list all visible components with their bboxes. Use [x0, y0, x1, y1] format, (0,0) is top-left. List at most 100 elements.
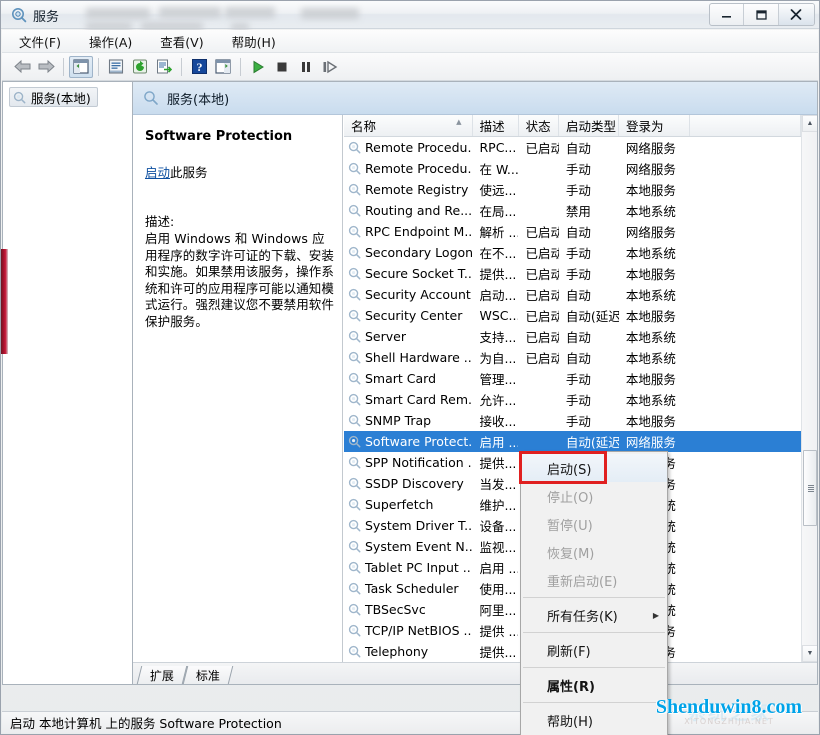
column-header-描述[interactable]: 描述 [472, 115, 519, 136]
maximize-button[interactable] [744, 4, 779, 25]
table-row[interactable]: Security Center WSC... 已启动自动(延迟... 本地服务 [344, 305, 801, 326]
table-row[interactable]: Software Protect... 启用 ... 自动(延迟... 网络服务 [344, 431, 801, 452]
tree-node-services-local[interactable]: 服务(本地) [9, 87, 98, 107]
help-icon[interactable]: ? [187, 56, 211, 78]
row-cell-blank [690, 389, 801, 410]
table-row[interactable]: Secure Socket T... 提供... 已启动 手动 本地服务 [344, 263, 801, 284]
row-cell-logon: 本地服务 [619, 263, 690, 284]
tab-extended[interactable]: 扩展 [136, 666, 188, 684]
start-service-icon[interactable] [246, 56, 270, 78]
table-row[interactable]: Remote Procedu... RPC... 已启动 自动 网络服务 [344, 137, 801, 158]
menu-file[interactable]: 文件(F) [16, 30, 64, 53]
show-hide-console-tree-icon[interactable] [69, 55, 93, 78]
cell-label-startup: 自动 [565, 330, 591, 345]
table-row[interactable]: Smart Card 管理... 手动 本地服务 [344, 368, 801, 389]
menu-item-label: 启动(S) [547, 462, 592, 478]
cell-label-status: 已启动 [525, 309, 559, 324]
cell-label-startup: 禁用 [565, 204, 591, 219]
ctx-start[interactable]: 启动(S) [521, 454, 667, 482]
row-cell-status: 已启动 [518, 221, 558, 242]
services-gear-icon [11, 7, 27, 23]
table-row[interactable]: Routing and Re... 在局... 禁用 本地系统 [344, 200, 801, 221]
close-button[interactable] [778, 4, 814, 25]
table-row[interactable]: RPC Endpoint M... 解析 ... 已启动 自动 网络服务 [344, 221, 801, 242]
gear-icon [348, 624, 361, 637]
row-cell-status: 已启动 [518, 242, 558, 263]
svg-text:?: ? [196, 60, 202, 74]
table-row[interactable]: Shell Hardware ... 为自... 已启动 自动 本地系统 [344, 347, 801, 368]
start-service-link[interactable]: 启动 [145, 165, 170, 180]
row-cell-name: Remote Procedu... [344, 158, 472, 179]
table-row[interactable]: Remote Registry 使远... 手动 本地服务 [344, 179, 801, 200]
watermark: 系统之家 Shenduwin8.com XITONGZHIJIA.NET [643, 690, 815, 732]
gear-icon [348, 351, 361, 364]
menu-action[interactable]: 操作(A) [86, 30, 135, 53]
scroll-up-arrow[interactable]: ▲ [802, 115, 817, 132]
service-name-label: Security Center [365, 308, 463, 323]
cell-label-desc: RPC... [479, 140, 517, 155]
export-list-icon[interactable] [152, 56, 176, 78]
menu-item-label: 帮助(H) [547, 714, 593, 730]
service-action-line: 启动此服务 [145, 162, 334, 181]
ctx-refresh[interactable]: 刷新(F) [521, 636, 667, 664]
properties-icon[interactable] [104, 56, 128, 78]
service-name-label: Software Protect... [365, 434, 473, 449]
row-cell-desc: 使远... [472, 179, 518, 200]
scroll-down-arrow[interactable]: ▼ [802, 645, 817, 662]
scrollbar-thumb[interactable] [803, 450, 817, 526]
table-row[interactable]: Server 支持... 已启动 自动 本地系统 [344, 326, 801, 347]
back-icon[interactable] [10, 56, 34, 78]
table-row[interactable]: Remote Procedu... 在 W... 手动 网络服务 [344, 158, 801, 179]
menu-separator [523, 597, 665, 598]
column-header-label: 描述 [479, 119, 505, 134]
service-name-label: Secondary Logon [365, 245, 473, 260]
table-row[interactable]: Secondary Logon 在不... 已启动 手动 本地系统 [344, 242, 801, 263]
gear-icon [348, 540, 361, 553]
column-header-启动类型[interactable]: 启动类型 [559, 115, 619, 136]
table-row[interactable]: Security Account... 启动... 已启动 自动 本地系统 [344, 284, 801, 305]
cell-label-desc: 启用 ... [479, 435, 519, 450]
vertical-scrollbar[interactable]: ▲ ▼ [801, 115, 817, 662]
gear-icon [348, 204, 361, 217]
gear-icon [348, 561, 361, 574]
gear-icon [348, 435, 361, 448]
cell-label-logon: 本地系统 [625, 351, 676, 366]
table-row[interactable]: SNMP Trap 接收... 手动 本地服务 [344, 410, 801, 431]
service-details-panel: Software Protection 启动此服务 描述: 启用 Windows… [133, 115, 343, 662]
restart-service-icon[interactable] [318, 56, 342, 78]
row-cell-name: Routing and Re... [344, 200, 472, 221]
service-name-label: Superfetch [365, 497, 434, 512]
row-cell-blank [690, 578, 801, 599]
cell-label-startup: 手动 [565, 267, 591, 282]
service-name-label: Remote Procedu... [365, 161, 473, 176]
content-area: 服务(本地) 服务(本地) Software Protection 启动此服务 … [2, 81, 818, 685]
cell-label-desc: 提供... [479, 645, 517, 660]
row-cell-name: Secure Socket T... [344, 263, 472, 284]
minimize-button[interactable] [710, 4, 745, 25]
row-cell-logon: 本地系统 [619, 242, 690, 263]
menu-help[interactable]: 帮助(H) [229, 30, 279, 53]
table-row[interactable]: Smart Card Rem... 允许... 手动 本地系统 [344, 389, 801, 410]
column-header-blank[interactable] [690, 115, 801, 136]
row-cell-blank [690, 368, 801, 389]
refresh-icon[interactable] [128, 56, 152, 78]
column-header-登录为[interactable]: 登录为 [618, 115, 691, 136]
cell-label-desc: 设备... [479, 519, 517, 534]
cell-label-startup: 自动(延迟... [565, 309, 619, 324]
column-header-状态[interactable]: 状态 [518, 115, 560, 136]
row-cell-startup: 自动 [559, 326, 619, 347]
row-cell-blank [690, 137, 801, 158]
pause-service-icon[interactable] [294, 56, 318, 78]
selected-service-title: Software Protection [145, 129, 293, 144]
tab-standard[interactable]: 标准 [182, 666, 234, 684]
ctx-all-tasks[interactable]: 所有任务(K) ▶ [521, 601, 667, 629]
menu-view[interactable]: 查看(V) [157, 30, 206, 53]
stop-service-icon[interactable] [270, 56, 294, 78]
row-cell-name: TBSecSvc [344, 599, 472, 620]
cell-label-desc: 解析 ... [479, 225, 519, 240]
row-cell-logon: 网络服务 [619, 221, 690, 242]
forward-icon[interactable] [34, 56, 58, 78]
show-action-pane-icon[interactable] [211, 56, 235, 78]
column-header-名称[interactable]: 名称 [344, 115, 473, 136]
row-cell-desc: 维护... [472, 494, 518, 515]
